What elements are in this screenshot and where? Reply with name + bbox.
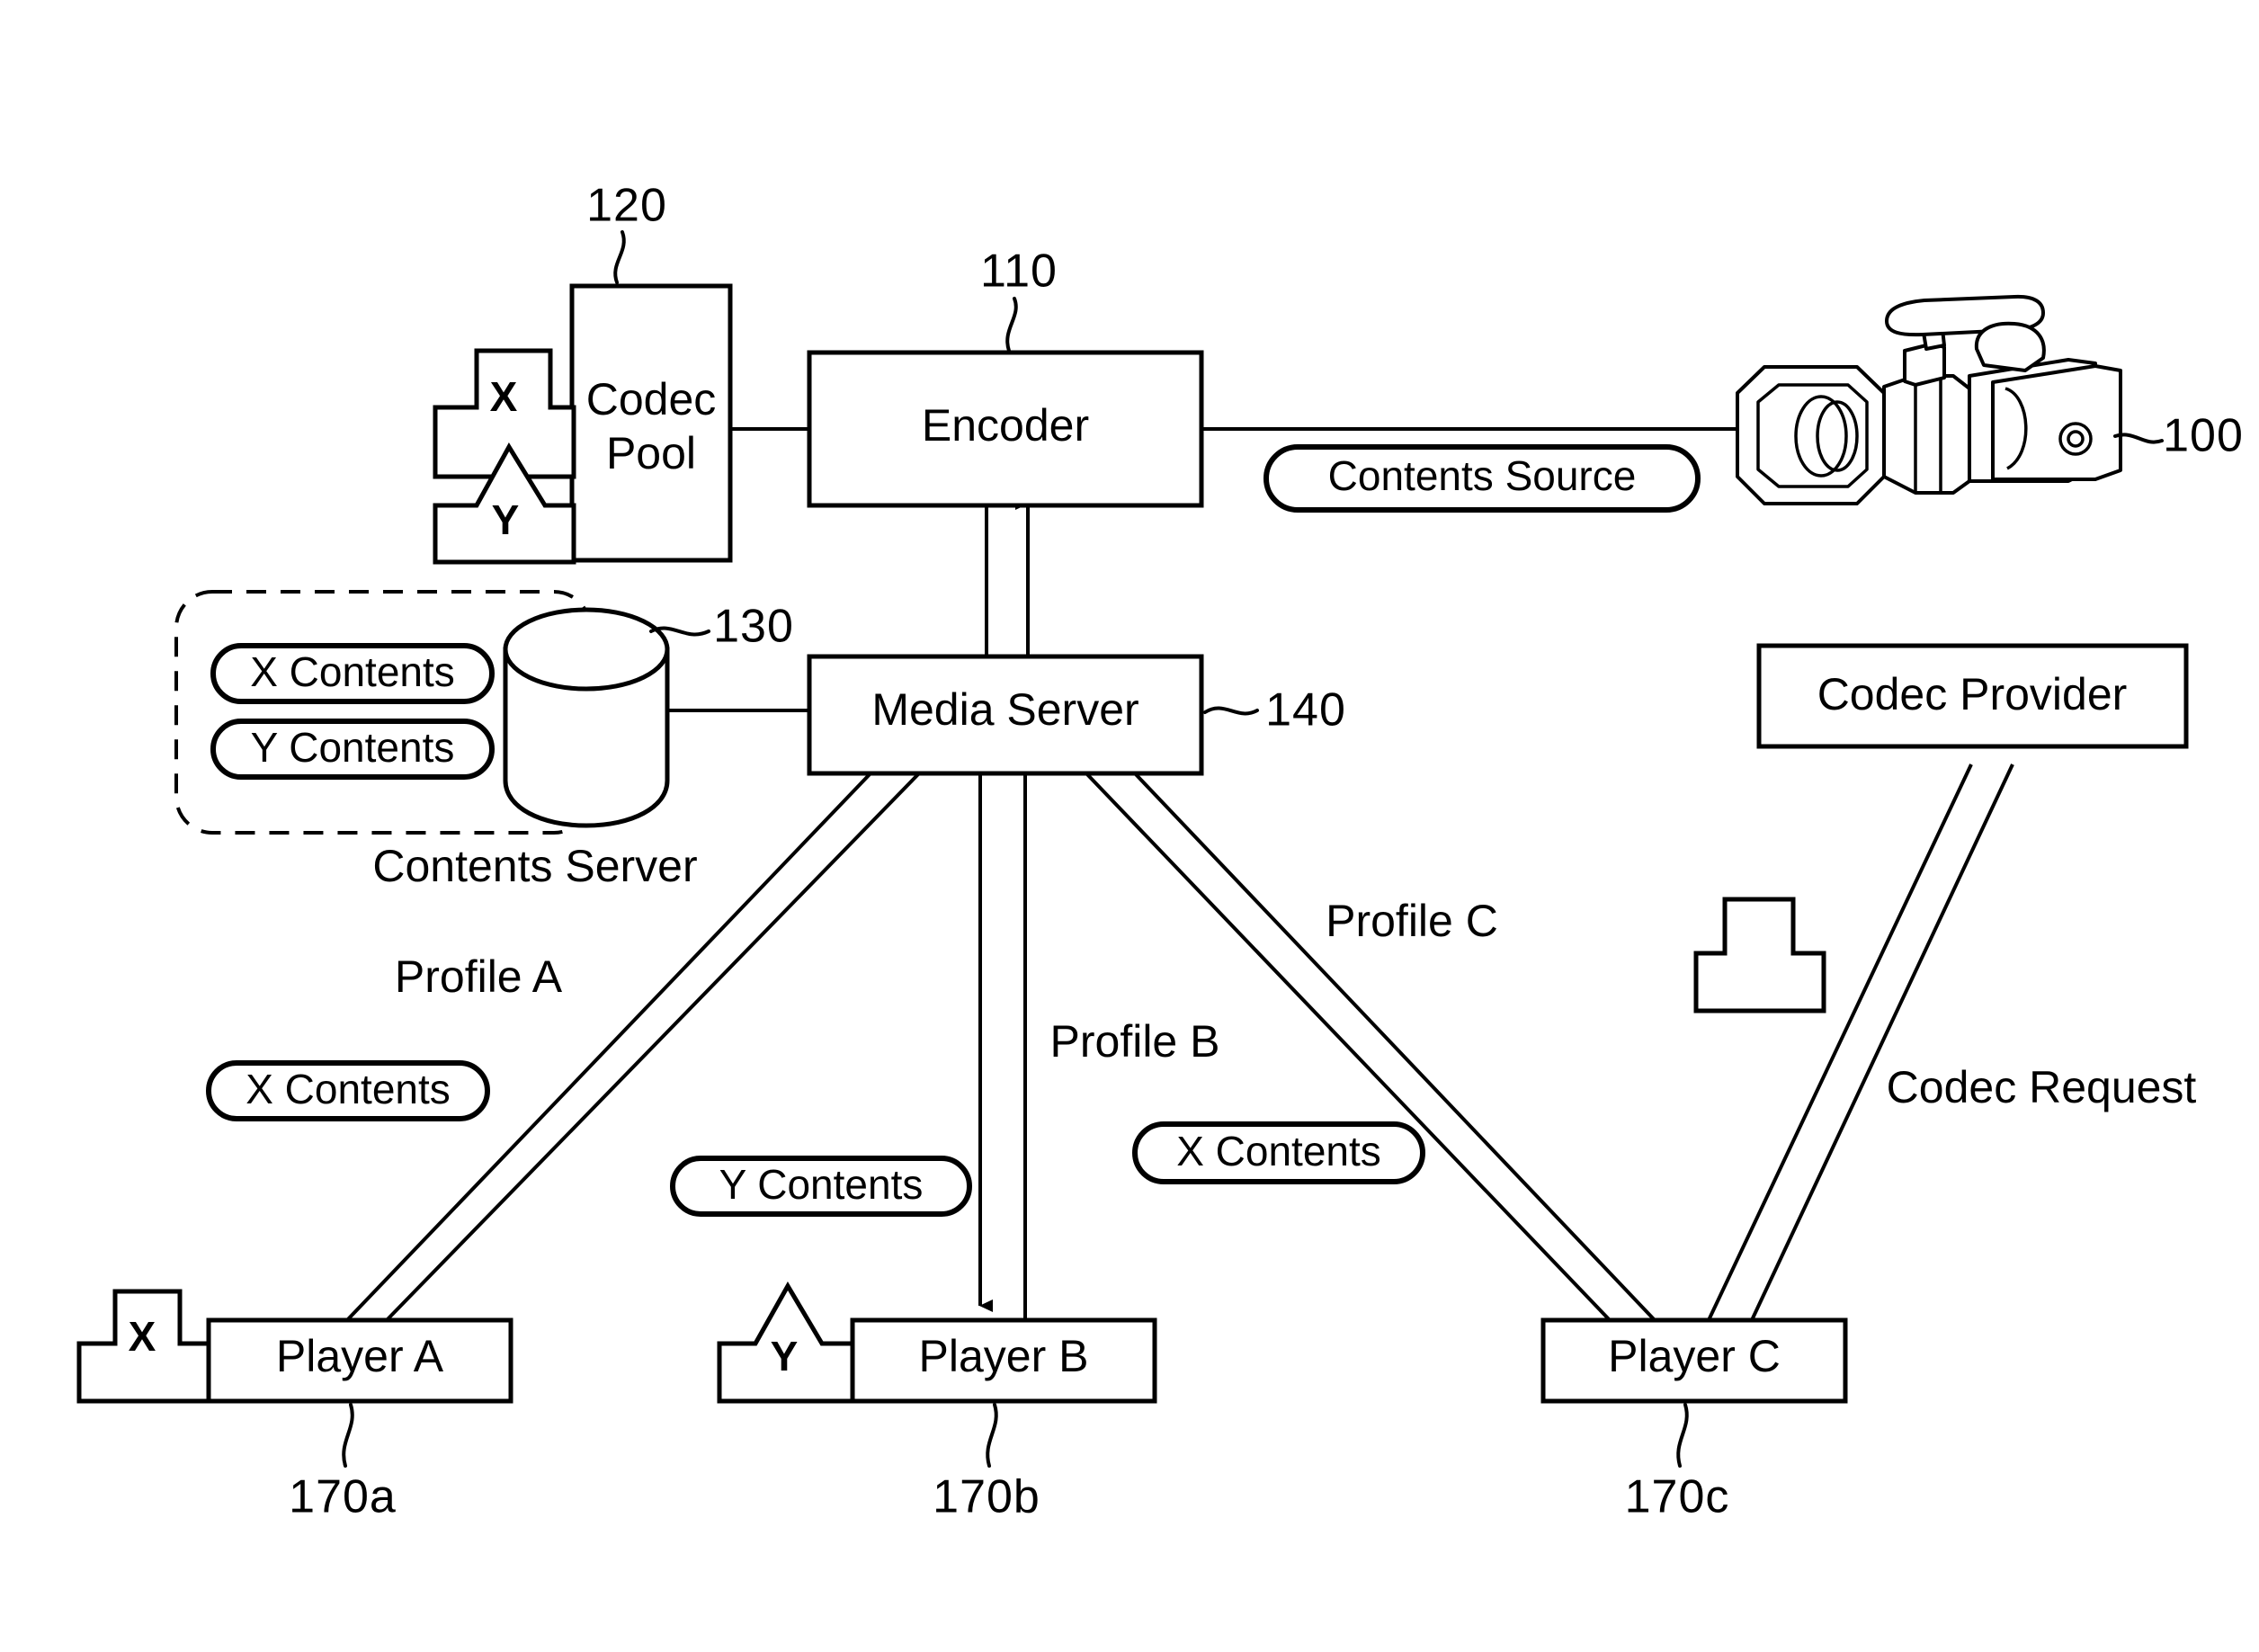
contents-pill-x: X Contents: [210, 643, 495, 704]
codec-chip-blank-provider[interactable]: [1693, 897, 1826, 1014]
profile-c-label: Profile C: [1326, 896, 1498, 946]
player-a-label: Player A: [276, 1331, 444, 1381]
ref-120: 120: [586, 180, 667, 284]
player-b-label: Player B: [919, 1331, 1089, 1381]
profile-a-pill-label: X Contents: [246, 1066, 451, 1112]
camcorder-icon: [1736, 294, 2122, 505]
ref-110: 110: [980, 246, 1058, 353]
link-mediaserver-playerb: [978, 773, 1027, 1320]
ref-170b-text: 170b: [933, 1471, 1040, 1523]
contents-source-pill: Contents Source: [1263, 444, 1701, 513]
ref-130: 130: [649, 601, 794, 653]
codec-provider-block[interactable]: Codec Provider: [1756, 643, 2189, 749]
contents-server-group-label: Contents Server: [372, 841, 697, 891]
codec-request-label: Codec Request: [1887, 1062, 2197, 1112]
profile-a-label: Profile A: [395, 951, 563, 1002]
contents-database-icon: [503, 607, 670, 828]
ref-110-text: 110: [980, 246, 1058, 298]
system-diagram: Codec Pool 120 X Y Encoder 110 Contents …: [76, 180, 2244, 1523]
figure-canvas: Codec Pool 120 X Y Encoder 110 Contents …: [0, 0, 2259, 1652]
codec-chip-x-player-a[interactable]: X: [76, 1289, 211, 1404]
profile-b-label: Profile B: [1050, 1016, 1220, 1067]
encoder-label: Encoder: [922, 400, 1089, 451]
profile-c-pill-label: X Contents: [1176, 1128, 1381, 1174]
player-b-block[interactable]: Player B: [850, 1317, 1157, 1404]
contents-pill-x-label: X Contents: [250, 648, 455, 695]
profile-b-pill: Y Contents: [670, 1156, 972, 1217]
codec-chip-y-pool-letter: Y: [492, 496, 520, 543]
ref-130-text: 130: [713, 601, 794, 653]
ref-170a-text: 170a: [289, 1471, 397, 1523]
codec-pool-label-line1: Codec: [586, 374, 717, 424]
player-c-block[interactable]: Player C: [1540, 1317, 1848, 1404]
codec-provider-label: Codec Provider: [1817, 669, 2128, 719]
codec-pool-label-line2: Pool: [606, 428, 696, 478]
profile-b-pill-label: Y Contents: [719, 1161, 924, 1208]
ref-170c: 170c: [1625, 1403, 1730, 1523]
link-codecprovider-playerc: [1707, 763, 2014, 1321]
codec-chip-y-player-b[interactable]: Y: [717, 1281, 855, 1404]
ref-170c-text: 170c: [1625, 1471, 1730, 1523]
profile-a-pill: X Contents: [206, 1060, 490, 1121]
profile-c-pill: X Contents: [1132, 1121, 1425, 1184]
player-a-block[interactable]: Player A: [206, 1317, 513, 1404]
ref-120-text: 120: [586, 180, 667, 232]
media-server-block[interactable]: Media Server: [807, 654, 1204, 776]
codec-chip-x-pool-letter: X: [490, 373, 518, 420]
player-c-label: Player C: [1608, 1331, 1781, 1381]
link-encoder-mediaserver: [985, 497, 1030, 667]
ref-100: 100: [2113, 410, 2244, 462]
ref-140: 140: [1203, 684, 1346, 737]
encoder-block[interactable]: Encoder: [807, 350, 1204, 508]
ref-170b: 170b: [933, 1403, 1040, 1523]
codec-pool-block[interactable]: Codec Pool: [569, 283, 733, 563]
codec-chip-y-player-b-letter: Y: [771, 1333, 799, 1380]
codec-chip-x-player-a-letter: X: [129, 1313, 156, 1360]
contents-pill-y-label: Y Contents: [251, 724, 455, 771]
ref-100-text: 100: [2163, 410, 2244, 462]
media-server-label: Media Server: [871, 684, 1138, 735]
contents-pill-y: Y Contents: [210, 719, 495, 780]
ref-170a: 170a: [289, 1403, 397, 1523]
ref-140-text: 140: [1265, 684, 1346, 737]
contents-source-label: Contents Source: [1328, 452, 1637, 499]
